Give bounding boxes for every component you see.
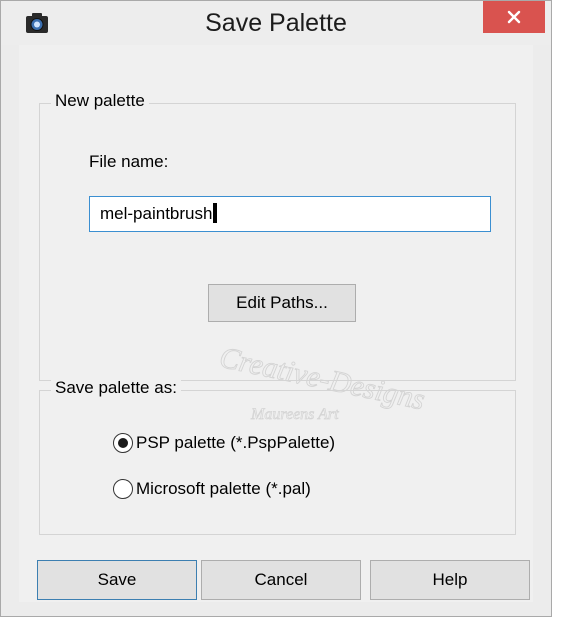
save-palette-dialog: Save Palette New palette File name: mel-…: [0, 0, 552, 617]
dialog-body: New palette File name: mel-paintbrush Ed…: [19, 45, 533, 602]
file-name-input[interactable]: mel-paintbrush: [89, 196, 491, 232]
radio-selected-dot: [118, 438, 128, 448]
title-bar[interactable]: Save Palette: [1, 1, 551, 45]
cancel-button[interactable]: Cancel: [201, 560, 361, 600]
close-icon: [507, 10, 521, 24]
save-as-legend: Save palette as:: [51, 378, 181, 398]
help-button[interactable]: Help: [370, 560, 530, 600]
psp-palette-label: PSP palette (*.PspPalette): [136, 433, 336, 452]
psp-palette-option[interactable]: PSP palette (*.PspPalette): [113, 433, 335, 453]
save-button[interactable]: Save: [37, 560, 197, 600]
microsoft-palette-radio[interactable]: [113, 479, 133, 499]
microsoft-palette-option[interactable]: Microsoft palette (*.pal): [113, 479, 311, 499]
new-palette-group: [39, 103, 516, 381]
new-palette-legend: New palette: [51, 91, 149, 111]
edit-paths-button[interactable]: Edit Paths...: [208, 284, 356, 322]
psp-palette-radio[interactable]: [113, 433, 133, 453]
file-name-value: mel-paintbrush: [100, 204, 213, 223]
file-name-label: File name:: [89, 152, 169, 171]
microsoft-palette-label: Microsoft palette (*.pal): [136, 479, 311, 498]
close-button[interactable]: [483, 1, 545, 33]
text-caret: [213, 203, 218, 223]
dialog-title: Save Palette: [205, 9, 347, 37]
save-as-group: [39, 390, 516, 535]
